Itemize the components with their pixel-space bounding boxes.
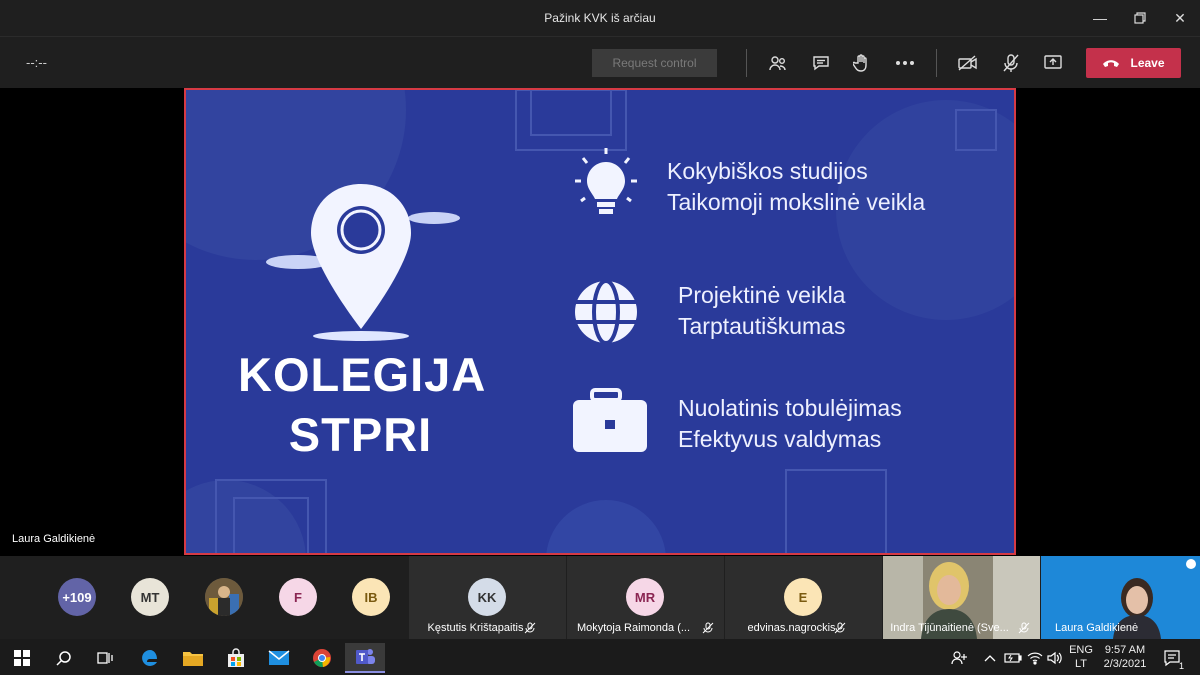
request-control-button[interactable]: Request control — [592, 49, 717, 77]
mic-off-icon — [524, 622, 536, 634]
feature-line-1: Kokybiškos studijos — [667, 158, 868, 184]
toolbar-divider — [746, 49, 747, 77]
chrome-icon[interactable] — [302, 643, 342, 673]
brand-line-1: KOLEGIJA — [238, 348, 487, 401]
toolbar-divider — [936, 49, 937, 77]
teams-icon[interactable] — [345, 643, 385, 673]
notification-count: 1 — [1178, 661, 1184, 671]
avatar[interactable]: IB — [352, 578, 390, 616]
store-icon[interactable] — [216, 643, 256, 673]
feature-line-2: Efektyvus valdymas — [678, 426, 882, 452]
overflow-participants-badge[interactable]: +109 — [58, 578, 96, 616]
window-title: Pažink KVK iš arčiau — [544, 11, 656, 25]
avatar-photo-icon — [205, 578, 243, 616]
clock-date: 2/3/2021 — [1103, 658, 1147, 670]
avatar: MR — [626, 578, 664, 616]
file-explorer-icon[interactable] — [173, 643, 213, 673]
mic-off-icon — [702, 622, 714, 634]
participant-name: Mokytoja Raimonda (... — [576, 622, 691, 634]
participant-name: Indra Tijūnaitienė (Sve... — [890, 622, 1009, 634]
language-top: ENG — [1069, 644, 1093, 656]
participant-tile[interactable]: MR Mokytoja Raimonda (... — [567, 556, 724, 639]
restore-icon[interactable] — [1120, 0, 1160, 36]
title-bar: Pažink KVK iš arčiau — ✕ — [0, 0, 1200, 36]
shared-slide: KOLEGIJA STPRI Kokybiškos studijos Taiko… — [184, 88, 1016, 555]
globe-icon — [575, 279, 637, 345]
meeting-toolbar: --:-- Request control Leave — [0, 36, 1200, 88]
more-options-icon[interactable] — [892, 51, 918, 75]
mic-off-icon — [834, 622, 846, 634]
language-bottom: LT — [1074, 658, 1088, 670]
participant-tile[interactable]: E edvinas.nagrockis — [725, 556, 882, 639]
windows-taskbar: ENG LT 9:57 AM 2/3/2021 1 — [0, 639, 1200, 675]
battery-icon[interactable] — [1002, 643, 1024, 673]
task-view-icon[interactable] — [85, 643, 125, 673]
feature-line-2: Taikomoji mokslinė veikla — [667, 189, 926, 215]
avatar[interactable]: F — [279, 578, 317, 616]
notifications-icon[interactable]: 1 — [1158, 643, 1186, 673]
feature-projects: Projektinė veikla Tarptautiškumas — [678, 280, 845, 342]
people-icon[interactable] — [945, 643, 973, 673]
participants-strip: +109 MT F IB KK Kęstutis Krištapaitis MR… — [0, 556, 1200, 639]
leave-button[interactable]: Leave — [1086, 48, 1181, 78]
participants-icon[interactable] — [765, 51, 791, 75]
windows-start-icon[interactable] — [2, 643, 42, 673]
avatar: E — [784, 578, 822, 616]
avatar[interactable]: MT — [131, 578, 169, 616]
presenter-label: Laura Galdikienė — [12, 533, 96, 545]
window-controls: — ✕ — [1080, 0, 1200, 36]
feature-improvement: Nuolatinis tobulėjimas Efektyvus valdyma… — [678, 393, 902, 455]
wifi-icon[interactable] — [1024, 643, 1046, 673]
slide-brand: KOLEGIJA STPRI — [238, 345, 487, 465]
share-screen-icon[interactable] — [1040, 51, 1066, 75]
avatar[interactable] — [205, 578, 243, 616]
participant-name: Laura Galdikienė — [1055, 622, 1139, 634]
meeting-timer: --:-- — [26, 55, 47, 70]
search-icon[interactable] — [44, 643, 84, 673]
mail-icon[interactable] — [259, 643, 299, 673]
minimize-icon[interactable]: — — [1080, 0, 1120, 36]
participant-tile[interactable]: KK Kęstutis Krištapaitis — [409, 556, 566, 639]
mic-off-icon — [1018, 622, 1030, 634]
avatar: KK — [468, 578, 506, 616]
brand-line-2: STPRI — [288, 408, 433, 461]
feature-line-1: Nuolatinis tobulėjimas — [678, 395, 902, 421]
camera-off-icon[interactable] — [955, 51, 981, 75]
system-clock[interactable]: 9:57 AM 2/3/2021 — [1100, 643, 1150, 671]
raise-hand-icon[interactable] — [849, 51, 875, 75]
close-icon[interactable]: ✕ — [1160, 0, 1200, 36]
leave-label: Leave — [1130, 56, 1165, 70]
mic-off-icon[interactable] — [998, 51, 1024, 75]
phone-hangup-icon — [1103, 60, 1120, 67]
participant-video-tile[interactable]: Laura Galdikienė — [1041, 556, 1200, 639]
participant-name: Kęstutis Krištapaitis — [427, 622, 524, 634]
feature-line-1: Projektinė veikla — [678, 282, 846, 308]
input-language-indicator[interactable]: ENG LT — [1068, 643, 1094, 671]
volume-icon[interactable] — [1044, 643, 1066, 673]
feature-quality: Kokybiškos studijos Taikomoji mokslinė v… — [667, 156, 925, 218]
clock-time: 9:57 AM — [1104, 644, 1146, 656]
chat-icon[interactable] — [808, 51, 834, 75]
chevron-up-icon[interactable] — [980, 643, 1000, 673]
participant-video-tile[interactable]: Indra Tijūnaitienė (Sve... — [883, 556, 1040, 639]
edge-browser-icon[interactable] — [130, 643, 170, 673]
feature-line-2: Tarptautiškumas — [678, 313, 846, 339]
